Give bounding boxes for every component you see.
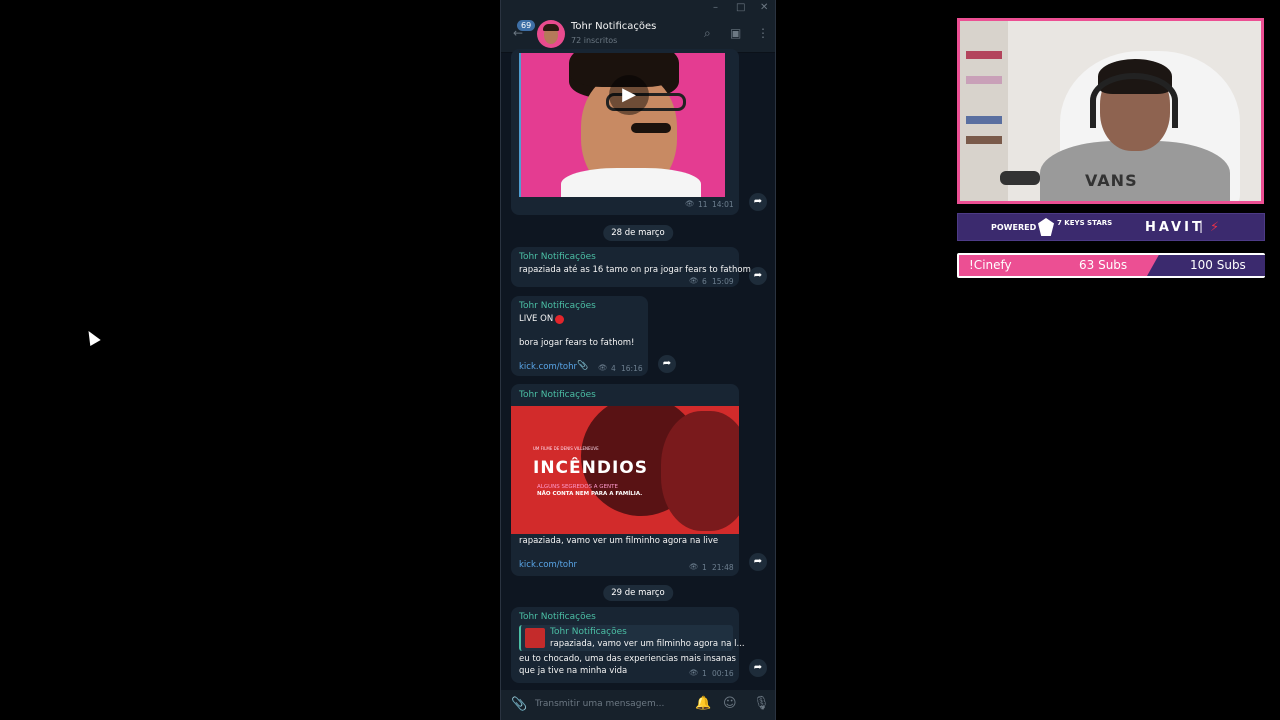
message-bubble: Tohr Notificações LIVE ON bora jogar fea…: [511, 296, 648, 376]
view-eye-icon: 👁: [689, 668, 699, 677]
sub-goal: 100 Subs: [1190, 258, 1246, 272]
message-text: rapaziada, vamo ver um filminho agora na…: [519, 536, 719, 546]
play-icon[interactable]: ▶: [609, 75, 649, 115]
paperclip-icon: 📎: [577, 361, 589, 371]
message-text: que ja tive na minha vida: [519, 666, 628, 676]
microphone-icon[interactable]: 🎙: [753, 696, 770, 711]
video-thumbnail[interactable]: ▶: [519, 53, 725, 197]
poster-title: INCÊNDIOS: [533, 458, 649, 478]
brand-mark-icon: ⚡: [1210, 220, 1220, 235]
channel-avatar[interactable]: [537, 20, 565, 48]
search-icon[interactable]: ⌕: [704, 26, 711, 41]
video-message: ▶ 👁 11 14:01: [511, 49, 739, 215]
message-input-bar: 📎 Transmitir uma mensagem... 🔔 ☺ 🎙: [501, 690, 775, 720]
live-on-text: LIVE ON: [519, 314, 554, 324]
message-link[interactable]: kick.com/tohr: [519, 560, 577, 570]
sponsor-banner: POWERED BY 7 KEYS STARS HAVIT | ⚡: [957, 213, 1265, 241]
view-eye-icon: 👁: [689, 562, 699, 571]
message-sender[interactable]: Tohr Notificações: [519, 252, 596, 262]
headset-icon: [1090, 73, 1178, 128]
message-feed[interactable]: ▶ 👁 11 14:01 ➦ 28 de março Tohr Notifica…: [501, 49, 775, 690]
sub-name: !Cinefy: [969, 258, 1012, 272]
message-input[interactable]: Transmitir uma mensagem...: [535, 699, 664, 709]
date-separator: 29 de março: [603, 585, 673, 601]
telegram-window: – □ ✕ ← 69 Tohr Notificações 72 inscrito…: [500, 0, 776, 720]
more-menu-icon[interactable]: ⋮: [757, 26, 769, 40]
view-count: 4: [611, 364, 616, 373]
message-bubble: Tohr Notificações Tohr Notificações rapa…: [511, 607, 745, 683]
poster-tagline-1: ALGUNS SEGREDOS A GENTE: [537, 484, 618, 490]
message-sender[interactable]: Tohr Notificações: [519, 390, 596, 400]
emoji-icon[interactable]: ☺: [723, 696, 737, 711]
close-icon[interactable]: ✕: [760, 2, 768, 13]
webcam-shirt-text: VANS: [1085, 171, 1138, 190]
window-titlebar: – □ ✕: [501, 0, 775, 16]
maximize-icon[interactable]: □: [736, 2, 745, 13]
reply-thumbnail: [525, 628, 545, 648]
reply-preview[interactable]: Tohr Notificações rapaziada, vamo ver um…: [519, 625, 745, 651]
reply-sender: Tohr Notificações: [550, 627, 627, 637]
subscriber-count: 72 inscritos: [571, 36, 618, 45]
message-link[interactable]: kick.com/tohr: [519, 362, 577, 372]
message-time: 14:01: [712, 200, 734, 209]
message-sender[interactable]: Tohr Notificações: [519, 612, 596, 622]
view-count: 6: [702, 277, 707, 286]
sponsor-name-2: HAVIT: [1145, 220, 1204, 235]
message-time: 21:48: [712, 563, 734, 572]
message-bubble: Tohr Notificações UM FILME DE DENIS VILL…: [511, 384, 739, 576]
channel-title[interactable]: Tohr Notificações: [571, 21, 656, 32]
share-icon[interactable]: ➦: [749, 659, 767, 677]
message-time: 16:16: [621, 364, 643, 373]
chat-header: ← 69 Tohr Notificações 72 inscritos ⌕ ▣ …: [501, 16, 775, 53]
date-separator: 28 de março: [603, 225, 673, 241]
view-count: 11: [698, 200, 708, 209]
reply-text: rapaziada, vamo ver um filminho agora na…: [550, 639, 745, 649]
view-eye-icon: 👁: [685, 199, 695, 208]
movie-poster-image[interactable]: UM FILME DE DENIS VILLENEUVE INCÊNDIOS A…: [511, 406, 739, 534]
poster-credit: UM FILME DE DENIS VILLENEUVE: [533, 446, 599, 451]
view-eye-icon: 👁: [598, 363, 608, 372]
share-icon[interactable]: ➦: [749, 267, 767, 285]
mouse-cursor: [83, 327, 101, 347]
discussion-icon[interactable]: ▣: [730, 26, 741, 40]
unread-badge: 69: [517, 20, 536, 31]
message-time: 00:16: [712, 669, 734, 678]
share-icon[interactable]: ➦: [749, 193, 767, 211]
message-text: rapaziada até as 16 tamo on pra jogar fe…: [519, 265, 751, 275]
message-bubble: Tohr Notificações rapaziada até as 16 ta…: [511, 247, 751, 287]
attach-icon[interactable]: 📎: [511, 697, 527, 712]
message-text: bora jogar fears to fathom!: [519, 338, 635, 348]
sponsor-name-1: 7 KEYS STARS: [1057, 219, 1113, 227]
message-text: eu to chocado, uma das experiencias mais…: [519, 654, 736, 664]
webcam-feed: VANS: [957, 18, 1264, 204]
divider: |: [1199, 219, 1204, 233]
poster-tagline-2: NÃO CONTA NEM PARA A FAMÍLIA.: [537, 491, 643, 497]
share-icon[interactable]: ➦: [749, 553, 767, 571]
share-icon[interactable]: ➦: [658, 355, 676, 373]
view-eye-icon: 👁: [689, 276, 699, 285]
sub-goal-bar: !Cinefy 63 Subs 100 Subs: [957, 253, 1265, 278]
minimize-icon[interactable]: –: [713, 2, 718, 13]
message-time: 15:09: [712, 277, 734, 286]
bell-icon[interactable]: 🔔: [695, 696, 711, 711]
view-count: 1: [702, 669, 707, 678]
message-sender[interactable]: Tohr Notificações: [519, 301, 596, 311]
sub-current: 63 Subs: [1079, 258, 1128, 272]
red-circle-icon: [555, 315, 564, 324]
sponsor-logo-icon: [1038, 218, 1054, 236]
view-count: 1: [702, 563, 707, 572]
